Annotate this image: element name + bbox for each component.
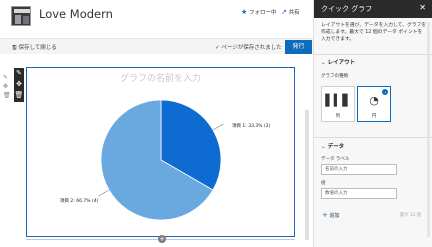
chevron-down-icon: ⌄ [321, 60, 326, 66]
property-pane-title: クイック グラフ [321, 5, 373, 13]
webpart-toolbar: ✎ ✥ 🗑 [14, 68, 24, 102]
property-pane-header: クイック グラフ ✕ [314, 0, 432, 18]
data-label-title: データ ラベル [321, 157, 350, 162]
share-button[interactable]: ↗ 共有 [281, 8, 300, 16]
data-section-label: データ [327, 144, 345, 150]
pie-chart-icon: ◔ [369, 94, 379, 107]
chart-type-label: グラフの種類 [321, 74, 348, 79]
check-icon: ✓ [215, 45, 220, 51]
add-data-button[interactable]: + 追加 [322, 211, 339, 219]
share-icon: ↗ [281, 8, 287, 16]
property-pane-description: レイアウトを選び、データを入力して、グラフを作成します。最大で 12 個のデータ… [321, 23, 427, 42]
value-input[interactable]: 数値の入力 [321, 188, 397, 199]
save-icon: 🖫 [12, 45, 17, 51]
chart-type-column[interactable]: ▌▍▋ 列 [321, 86, 355, 122]
divider [314, 54, 432, 55]
column-chart-icon: ▌▍▋ [325, 94, 351, 107]
layout-section-toggle[interactable]: ⌄ レイアウト [321, 58, 355, 66]
site-title[interactable]: Love Modern [39, 7, 113, 21]
save-close-label: 保存して閉じる [18, 45, 57, 51]
follow-label: フォロー中 [249, 10, 277, 16]
share-label: 共有 [288, 10, 300, 16]
save-close-button[interactable]: 🖫 保存して閉じる [12, 43, 57, 53]
chart-type-pie[interactable]: ◔ 円 [357, 86, 391, 122]
chart-type-pie-label: 円 [371, 114, 377, 119]
delete-webpart-icon[interactable]: 🗑 [14, 90, 24, 101]
follow-button[interactable]: ★ フォロー中 [241, 8, 277, 16]
chevron-down-icon: ⌄ [321, 144, 326, 150]
star-icon: ★ [241, 8, 248, 16]
saved-status-text: ページが保存されました [221, 45, 282, 51]
data-label-item-2: 項目 2: 66.7% (4) [60, 199, 99, 204]
data-label-item-1: 項目 1: 33.3% (2) [232, 124, 271, 129]
close-icon[interactable]: ✕ [419, 3, 426, 12]
site-logo[interactable] [11, 6, 31, 26]
site-header: Love Modern ★ フォロー中 ↗ 共有 [0, 0, 313, 35]
publish-button[interactable]: 発行 [285, 40, 312, 54]
data-label-input[interactable]: 名前の入力 [321, 164, 397, 175]
canvas-section-tools: ✎ ✥ 🗑 [3, 73, 11, 100]
max-points-note: 最大 12 個 [400, 213, 422, 218]
saved-status: ✓ ページが保存されました [215, 43, 282, 51]
leader-line-item-2 [98, 189, 110, 197]
value-title: 値 [321, 181, 326, 186]
add-webpart-button[interactable]: + [158, 235, 166, 243]
divider [314, 137, 432, 138]
plus-icon: + [322, 211, 328, 219]
delete-section-icon[interactable]: 🗑 [3, 91, 11, 100]
add-data-label: 追加 [329, 213, 340, 219]
move-webpart-icon[interactable]: ✥ [14, 79, 24, 90]
edit-section-icon[interactable]: ✎ [3, 73, 11, 82]
app-root: Love Modern ★ フォロー中 ↗ 共有 🖫 保存して閉じる ✓ ページ… [0, 0, 432, 247]
property-pane: クイック グラフ ✕ レイアウトを選び、データを入力して、グラフを作成します。最… [313, 0, 432, 247]
command-bar: 🖫 保存して閉じる ✓ ページが保存されました 発行 [0, 38, 313, 54]
leader-line-item-1 [212, 123, 224, 131]
data-section-toggle[interactable]: ⌄ データ [321, 142, 344, 150]
move-section-icon[interactable]: ✥ [3, 82, 11, 91]
canvas-scrollbar[interactable] [305, 110, 309, 240]
layout-section-label: レイアウト [327, 60, 356, 66]
chart-type-column-label: 列 [335, 114, 341, 119]
edit-webpart-icon[interactable]: ✎ [14, 68, 24, 79]
pie-chart [98, 99, 224, 221]
